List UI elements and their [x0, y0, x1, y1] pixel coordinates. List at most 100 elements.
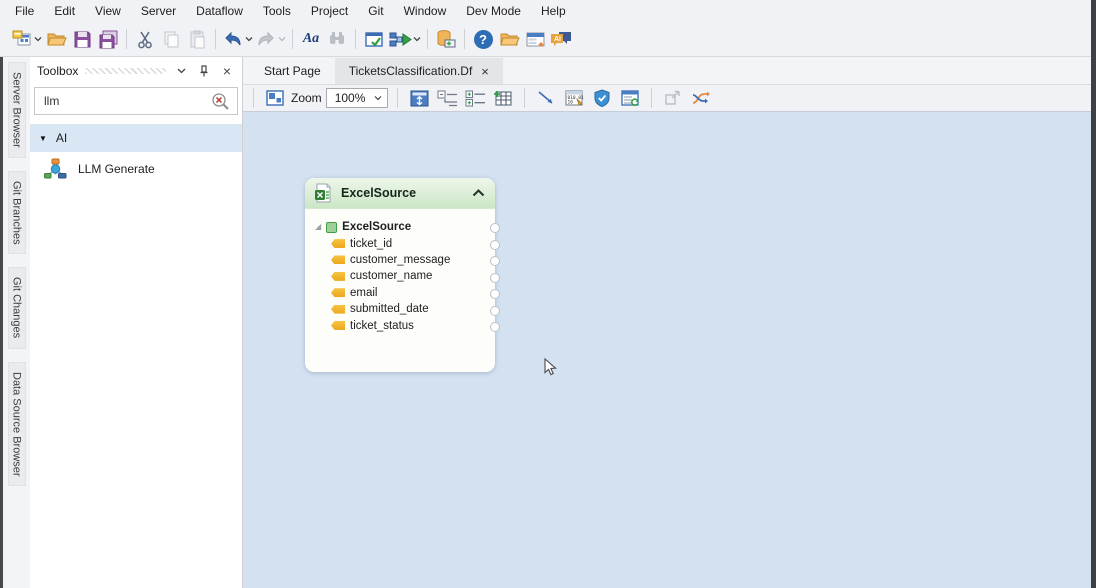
node-header[interactable]: ExcelSource: [305, 178, 495, 209]
run-button[interactable]: [387, 26, 422, 52]
tab-start-page[interactable]: Start Page: [250, 58, 335, 84]
expand-node-icon: [664, 90, 682, 106]
layout-button[interactable]: [263, 86, 287, 110]
field-row[interactable]: customer_name: [331, 268, 491, 284]
save-button[interactable]: [69, 26, 95, 52]
output-port[interactable]: [490, 223, 500, 233]
save-all-button[interactable]: [95, 26, 121, 52]
chevron-down-icon: [413, 36, 421, 42]
document-tab-strip: Start Page TicketsClassification.Df ×: [243, 57, 1096, 84]
output-port[interactable]: [490, 322, 500, 332]
find-button[interactable]: [324, 26, 350, 52]
draw-link-button[interactable]: [534, 86, 558, 110]
validate-window-button[interactable]: [361, 26, 387, 52]
field-row[interactable]: email: [331, 285, 491, 301]
expand-node-button[interactable]: [661, 86, 685, 110]
database-export-button[interactable]: [433, 26, 459, 52]
chevron-down-icon: [278, 36, 286, 42]
sidebar-tab-git-changes[interactable]: Git Changes: [8, 267, 26, 348]
toolbar-separator: [292, 29, 293, 49]
fit-height-icon: [410, 90, 429, 107]
menu-server[interactable]: Server: [131, 1, 186, 21]
toolbox-group-ai[interactable]: ▼ AI: [30, 124, 242, 152]
help-button[interactable]: ?: [470, 26, 496, 52]
menu-window[interactable]: Window: [394, 1, 457, 21]
zoom-level-select[interactable]: 100%: [326, 88, 389, 108]
menu-dev-mode[interactable]: Dev Mode: [456, 1, 531, 21]
toolbox-menu-button[interactable]: [173, 63, 189, 79]
tab-tickets-classification[interactable]: TicketsClassification.Df ×: [335, 58, 503, 84]
output-port[interactable]: [490, 240, 500, 250]
add-table-button[interactable]: [491, 86, 515, 110]
toolbox-item-llm-generate[interactable]: LLM Generate: [30, 152, 242, 185]
copy-button[interactable]: [158, 26, 184, 52]
tree-expander-icon[interactable]: ◢: [315, 223, 321, 231]
toolbar-separator: [464, 29, 465, 49]
sidebar-tab-data-source-browser[interactable]: Data Source Browser: [8, 362, 26, 487]
ai-assistant-button[interactable]: AI: [548, 26, 574, 52]
collapse-all-button[interactable]: [435, 86, 459, 110]
tab-close-icon[interactable]: ×: [481, 64, 489, 79]
field-tag-icon: [331, 305, 345, 314]
menu-edit[interactable]: Edit: [44, 1, 85, 21]
menu-file[interactable]: File: [5, 1, 44, 21]
toolbox-pin-button[interactable]: [196, 63, 212, 79]
menu-help[interactable]: Help: [531, 1, 576, 21]
field-row[interactable]: customer_message: [331, 252, 491, 268]
output-port[interactable]: [490, 256, 500, 266]
menu-git[interactable]: Git: [358, 1, 393, 21]
pin-icon: [199, 65, 209, 77]
cut-button[interactable]: [132, 26, 158, 52]
menu-view[interactable]: View: [85, 1, 131, 21]
table-icon: [326, 222, 337, 233]
field-row[interactable]: ticket_status: [331, 317, 491, 333]
fit-height-button[interactable]: [407, 86, 431, 110]
output-port[interactable]: [490, 289, 500, 299]
start-page-button[interactable]: [522, 26, 548, 52]
tab-label: Start Page: [264, 64, 321, 78]
menu-bar: File Edit View Server Dataflow Tools Pro…: [0, 0, 1096, 22]
reroute-links-button[interactable]: [689, 86, 713, 110]
clear-search-icon[interactable]: [211, 92, 230, 111]
field-row[interactable]: ticket_id: [331, 235, 491, 251]
mouse-cursor: [544, 358, 557, 376]
field-label: ticket_status: [350, 320, 414, 332]
node-excel-source[interactable]: ExcelSource ◢ ExcelSource: [305, 178, 495, 372]
toolbox-search-input[interactable]: [42, 93, 211, 109]
field-row[interactable]: submitted_date: [331, 301, 491, 317]
open-folder-button[interactable]: [43, 26, 69, 52]
menu-dataflow[interactable]: Dataflow: [186, 1, 253, 21]
toolbar-separator: [253, 88, 254, 108]
field-tag-icon: [331, 272, 345, 281]
open-project-button[interactable]: [496, 26, 522, 52]
output-port[interactable]: [490, 273, 500, 283]
excel-file-icon: [314, 183, 333, 203]
node-collapse-button[interactable]: [472, 189, 485, 197]
output-port[interactable]: [490, 306, 500, 316]
undo-button[interactable]: [221, 26, 254, 52]
paste-button[interactable]: [184, 26, 210, 52]
menu-project[interactable]: Project: [301, 1, 358, 21]
tree-root-row[interactable]: ◢ ExcelSource: [315, 219, 491, 235]
validate-shield-button[interactable]: [590, 86, 614, 110]
field-tag-icon: [331, 239, 345, 248]
toolbox-drag-grip[interactable]: [85, 68, 166, 74]
toolbar-separator: [651, 88, 652, 108]
node-title: ExcelSource: [341, 186, 416, 200]
ai-icon-label: AI: [554, 36, 561, 43]
menu-tools[interactable]: Tools: [253, 1, 301, 21]
new-dataflow-button[interactable]: [10, 26, 43, 52]
dataflow-canvas[interactable]: ExcelSource ◢ ExcelSource: [243, 111, 1096, 588]
data-viewer-button[interactable]: [618, 86, 642, 110]
toolbox-header[interactable]: Toolbox ×: [30, 57, 242, 84]
main-toolbar: Aa ? AI: [0, 22, 1096, 57]
toolbar-separator: [524, 88, 525, 108]
preview-data-button[interactable]: 010.0110: [562, 86, 586, 110]
new-dataflow-icon: [11, 29, 33, 49]
sidebar-tab-server-browser[interactable]: Server Browser: [8, 62, 26, 158]
toolbox-close-button[interactable]: ×: [219, 63, 235, 79]
font-button[interactable]: Aa: [298, 26, 324, 52]
redo-button[interactable]: [254, 26, 287, 52]
sidebar-tab-git-branches[interactable]: Git Branches: [8, 171, 26, 255]
expand-all-button[interactable]: [463, 86, 487, 110]
